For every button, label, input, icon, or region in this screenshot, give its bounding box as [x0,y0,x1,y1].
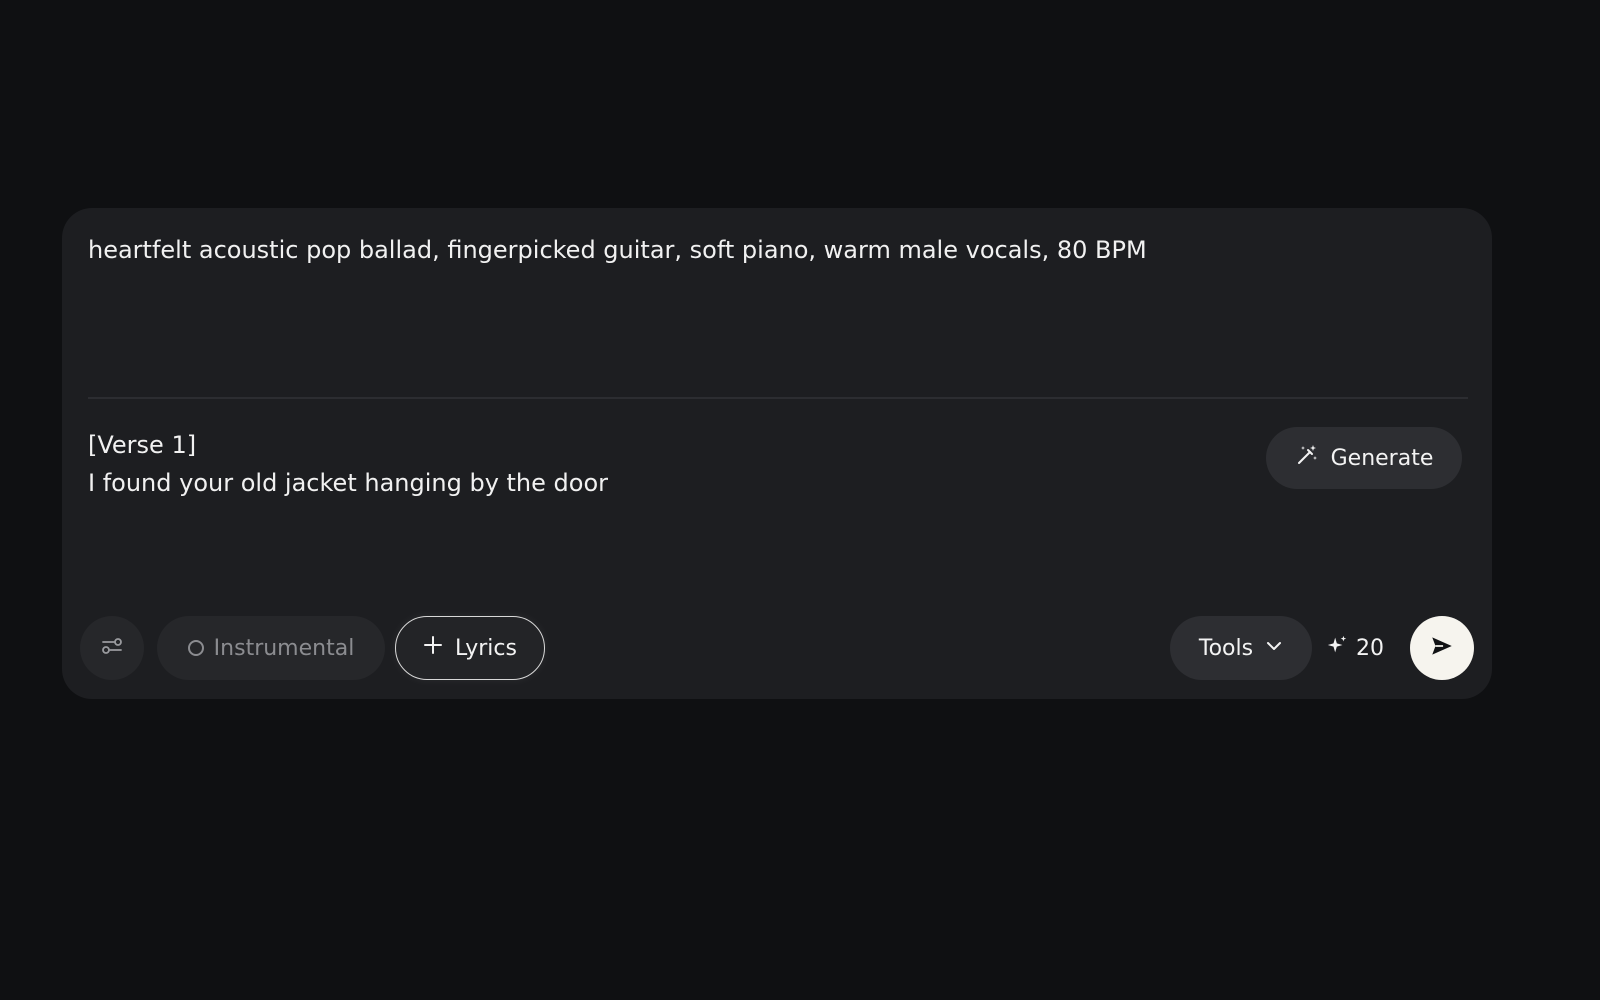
generate-lyrics-button[interactable]: Generate [1266,427,1462,489]
lyrics-line: I found your old jacket hanging by the d… [88,469,609,497]
tools-dropdown[interactable]: Tools [1170,616,1312,680]
credits-count: 20 [1356,635,1384,661]
send-button[interactable] [1410,616,1474,680]
instrumental-label: Instrumental [213,635,355,661]
sliders-icon [100,634,124,662]
magic-wand-icon [1295,443,1319,473]
style-prompt-input[interactable]: heartfelt acoustic pop ballad, fingerpic… [88,234,1458,266]
prompt-composer: heartfelt acoustic pop ballad, fingerpic… [62,208,1492,699]
plus-icon [423,635,443,661]
lyrics-label: Lyrics [455,635,517,661]
settings-button[interactable] [80,616,144,680]
sparkle-icon [1326,634,1348,662]
generate-label: Generate [1330,445,1434,471]
chevron-down-icon [1265,636,1283,661]
composer-divider [88,397,1468,399]
lyrics-button[interactable]: Lyrics [395,616,545,680]
credits-counter: 20 [1326,616,1384,680]
lyrics-input[interactable]: [Verse 1] I found your old jacket hangin… [88,426,1188,502]
tools-label: Tools [1198,635,1254,661]
radio-circle-icon [187,640,204,656]
send-icon [1429,633,1455,663]
instrumental-toggle[interactable]: Instrumental [157,616,385,680]
lyrics-line: [Verse 1] [88,431,197,459]
